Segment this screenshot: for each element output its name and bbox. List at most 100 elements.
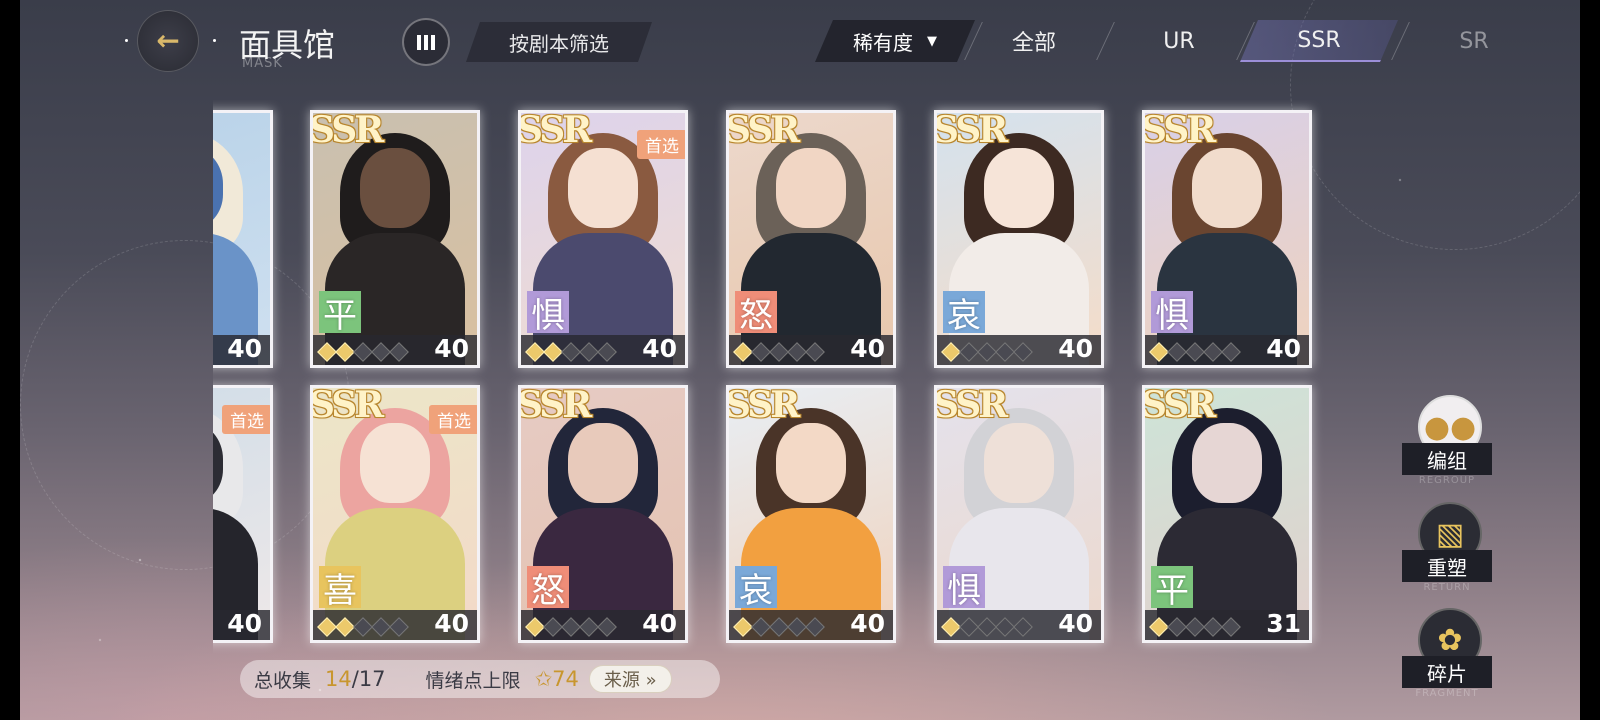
preferred-badge: 首选	[429, 405, 477, 434]
rank-diamond-icon	[597, 342, 617, 362]
rank-diamond-icon	[389, 342, 409, 362]
rank-diamond-icon	[597, 617, 617, 637]
mask-card[interactable]: SSR 哀 40	[934, 110, 1104, 368]
star-rank	[733, 342, 825, 362]
collection-status-bar: 总收集 14 /17 情绪点上限 ✩ 74 来源 »	[240, 660, 720, 698]
mask-card[interactable]: SSR 首选 惧 40	[518, 110, 688, 368]
rank-diamond-icon	[1167, 342, 1187, 362]
rank-diamond-icon	[1185, 342, 1205, 362]
card-level: 40	[850, 609, 885, 638]
rank-diamond-icon	[959, 617, 979, 637]
rank-diamond-icon	[317, 617, 337, 637]
tab-all[interactable]: 全部	[955, 20, 1113, 62]
rank-diamond-icon	[787, 617, 807, 637]
mask-card[interactable]: SSR 平 31	[1142, 385, 1312, 643]
mask-card[interactable]: SSR 惧 40	[1142, 110, 1312, 368]
rank-diamond-icon	[941, 342, 961, 362]
view-mode-button[interactable]	[402, 18, 450, 66]
rank-diamond-icon	[787, 342, 807, 362]
rank-diamond-icon	[977, 342, 997, 362]
rank-diamond-icon	[525, 617, 545, 637]
card-level: 40	[850, 334, 885, 363]
preferred-badge: 首选	[637, 130, 685, 159]
emotion-badge: 惧	[943, 566, 985, 611]
rank-diamond-icon	[995, 342, 1015, 362]
reshape-button[interactable]: ▧ 重塑 RETURN	[1402, 502, 1512, 598]
decor-dot	[213, 39, 216, 42]
star-rank	[317, 617, 409, 637]
card-level: 40	[642, 609, 677, 638]
emotion-badge: 怒	[527, 566, 569, 611]
rank-diamond-icon	[995, 617, 1015, 637]
mask-card[interactable]: SSR 平 40	[310, 110, 480, 368]
card-level: 31	[1266, 609, 1301, 638]
rank-diamond-icon	[579, 342, 599, 362]
rank-diamond-icon	[941, 617, 961, 637]
rarity-sort-dropdown[interactable]: 稀有度 ▼	[815, 20, 975, 62]
rank-diamond-icon	[751, 617, 771, 637]
mask-card[interactable]: SSR 怒 40	[726, 110, 896, 368]
rarity-badge: SSR	[1142, 385, 1216, 426]
rank-diamond-icon	[371, 342, 391, 362]
group-sublabel: REGROUP	[1418, 475, 1476, 486]
mask-card[interactable]: SSR 惧 40	[934, 385, 1104, 643]
emotion-badge: 怒	[735, 291, 777, 336]
collect-current: 14	[325, 667, 352, 691]
star-rank	[525, 617, 617, 637]
rarity-filter-bar: 稀有度 ▼ 全部 UR SSR SR	[815, 20, 1580, 62]
rarity-badge: SSR	[934, 385, 1008, 426]
rank-diamond-icon	[1221, 617, 1241, 637]
star-rank	[525, 342, 617, 362]
character-portrait	[213, 113, 270, 365]
page-subtitle: MASK	[242, 56, 283, 71]
card-level: 40	[1058, 609, 1093, 638]
star-rank	[317, 342, 409, 362]
emotion-badge: 平	[319, 291, 361, 336]
rank-diamond-icon	[769, 342, 789, 362]
mood-cap-value: 74	[552, 667, 579, 691]
reshape-sublabel: RETURN	[1423, 582, 1471, 593]
rank-diamond-icon	[371, 617, 391, 637]
star-rank	[1149, 342, 1241, 362]
script-filter-button[interactable]: 按剧本筛选	[466, 22, 652, 62]
rank-diamond-icon	[959, 342, 979, 362]
rank-diamond-icon	[1013, 342, 1033, 362]
mood-cap-label: 情绪点上限	[425, 669, 521, 692]
rarity-badge: SSR	[518, 385, 592, 426]
rarity-badge: SSR	[934, 110, 1008, 151]
mask-card[interactable]: SSR 首选 40	[213, 385, 273, 643]
rank-diamond-icon	[733, 342, 753, 362]
card-level: 40	[434, 609, 469, 638]
rank-diamond-icon	[769, 617, 789, 637]
source-button[interactable]: 来源 »	[588, 665, 672, 693]
group-label: 编组	[1402, 443, 1492, 475]
star-icon: ✩	[534, 667, 553, 691]
emotion-badge: 哀	[735, 566, 777, 611]
group-button[interactable]: ●● 编组 REGROUP	[1402, 395, 1512, 491]
mask-card[interactable]: SSR 哀 40	[726, 385, 896, 643]
mask-card[interactable]: SSR 怒 40	[518, 385, 688, 643]
rarity-badge: SSR	[726, 110, 800, 151]
emotion-badge: 哀	[943, 291, 985, 336]
emotion-badge: 平	[1151, 566, 1193, 611]
rarity-badge: SSR	[518, 110, 592, 151]
reshape-label: 重塑	[1402, 550, 1492, 582]
rank-diamond-icon	[1203, 617, 1223, 637]
rank-diamond-icon	[805, 342, 825, 362]
tab-ssr[interactable]: SSR	[1240, 20, 1398, 62]
mask-gallery-screen: ← 面具馆 MASK 按剧本筛选 稀有度 ▼ 全部 UR SSR SR SSR	[20, 0, 1580, 720]
back-button[interactable]: ←	[137, 10, 199, 72]
rank-diamond-icon	[1167, 617, 1187, 637]
mask-card[interactable]: SSR 首选 喜 40	[310, 385, 480, 643]
rank-diamond-icon	[579, 617, 599, 637]
fragment-button[interactable]: ✿ 碎片 FRAGMENT	[1402, 608, 1512, 704]
mask-card[interactable]: SSR 40	[213, 110, 273, 368]
rank-diamond-icon	[1203, 342, 1223, 362]
tab-ur[interactable]: UR	[1100, 20, 1258, 62]
emotion-badge: 喜	[319, 566, 361, 611]
mask-card-grid: SSR 40 SSR 平 40	[213, 100, 1363, 655]
rarity-badge: SSR	[1142, 110, 1216, 151]
rank-diamond-icon	[525, 342, 545, 362]
emotion-badge: 惧	[527, 291, 569, 336]
tab-sr[interactable]: SR	[1395, 20, 1553, 62]
